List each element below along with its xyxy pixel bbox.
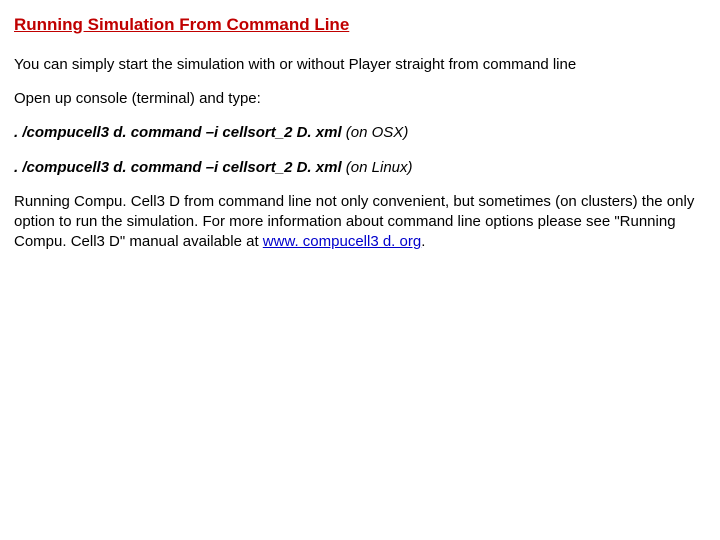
command-linux-text: . /compucell3 d. command –i cellsort_2 D… (14, 159, 342, 176)
command-osx-hint: (on OSX) (342, 124, 409, 141)
command-line-linux: . /compucell3 d. command –i cellsort_2 D… (14, 158, 706, 178)
command-line-osx: . /compucell3 d. command –i cellsort_2 D… (14, 123, 706, 143)
command-osx-text: . /compucell3 d. command –i cellsort_2 D… (14, 124, 342, 141)
document-page: Running Simulation From Command Line You… (0, 0, 720, 253)
open-console-paragraph: Open up console (terminal) and type: (14, 89, 706, 109)
closing-paragraph: Running Compu. Cell3 D from command line… (14, 192, 706, 253)
closing-text-b: . (421, 233, 425, 250)
compucell-link[interactable]: www. compucell3 d. org (263, 233, 421, 250)
intro-paragraph: You can simply start the simulation with… (14, 55, 706, 75)
page-title: Running Simulation From Command Line (14, 14, 706, 37)
command-linux-hint: (on Linux) (342, 159, 413, 176)
